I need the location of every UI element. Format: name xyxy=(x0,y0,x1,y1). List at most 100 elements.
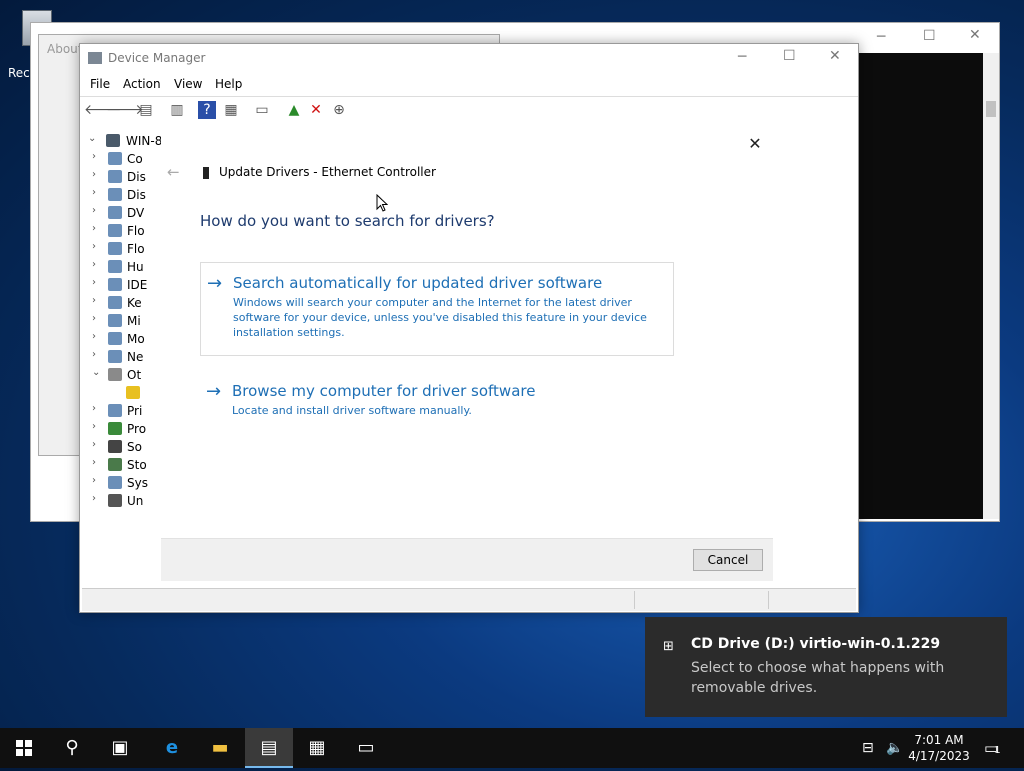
menu-file[interactable]: File xyxy=(90,77,110,91)
expand-icon[interactable]: › xyxy=(92,169,96,180)
scrollbar-thumb[interactable] xyxy=(986,101,996,117)
tree-item[interactable]: › Ne xyxy=(84,348,164,366)
tree-item[interactable]: › Dis xyxy=(84,168,164,186)
tree-item[interactable]: › Sto xyxy=(84,456,164,474)
expand-icon[interactable]: › xyxy=(92,295,96,306)
menu-action[interactable]: Action xyxy=(123,77,161,91)
expand-icon[interactable]: › xyxy=(92,313,96,324)
browse-computer-option[interactable]: → Browse my computer for driver software… xyxy=(200,371,672,431)
close-icon[interactable]: ✕ xyxy=(829,48,841,64)
tree-item[interactable]: › Co xyxy=(84,150,164,168)
scan-hardware-icon[interactable]: ▭ xyxy=(253,101,271,119)
expand-icon[interactable]: › xyxy=(92,349,96,360)
search-icon[interactable]: ⚲ xyxy=(48,728,96,768)
internet-explorer-icon[interactable]: e xyxy=(148,728,196,768)
uninstall-icon[interactable]: ✕ xyxy=(307,101,325,119)
tree-item[interactable]: › So xyxy=(84,438,164,456)
notification-toast[interactable]: ⊞ CD Drive (D:) virtio-win-0.1.229 Selec… xyxy=(645,617,1007,717)
device-icon xyxy=(108,152,122,165)
download-icon[interactable]: ⊕ xyxy=(330,101,348,119)
back-arrow-icon[interactable]: ← xyxy=(167,163,180,181)
dialog-question: How do you want to search for drivers? xyxy=(200,212,495,230)
minimize-icon[interactable]: ─ xyxy=(877,29,885,45)
device-manager-titlebar[interactable]: Device Manager ─ ☐ ✕ xyxy=(80,44,858,74)
tree-item[interactable]: › Dis xyxy=(84,186,164,204)
tree-item[interactable]: › Flo xyxy=(84,240,164,258)
tree-item-other-devices[interactable]: ⌄ Ot xyxy=(84,366,164,384)
collapse-icon[interactable]: ⌄ xyxy=(92,367,100,378)
tree-item[interactable]: › Hu xyxy=(84,258,164,276)
option-title: Search automatically for updated driver … xyxy=(233,274,603,292)
tree-item[interactable]: › Ke xyxy=(84,294,164,312)
tree-item[interactable]: › Sys xyxy=(84,474,164,492)
network-icon[interactable]: ⊟ xyxy=(862,728,874,768)
close-icon[interactable]: ✕ xyxy=(969,27,981,43)
expand-icon[interactable]: › xyxy=(92,421,96,432)
properties-icon[interactable]: ▤ xyxy=(137,101,155,119)
dialog-title: Update Drivers - Ethernet Controller xyxy=(219,165,436,179)
device-icon xyxy=(108,242,122,255)
mouse-cursor-icon xyxy=(376,194,388,212)
list-icon[interactable]: ▦ xyxy=(222,101,240,119)
scrollbar[interactable] xyxy=(983,53,999,519)
arrow-right-icon: → xyxy=(206,381,222,402)
tree-root[interactable]: ⌄ WIN-8 xyxy=(84,132,164,150)
expand-icon[interactable]: › xyxy=(92,439,96,450)
option-description: Locate and install driver software manua… xyxy=(232,404,472,417)
device-manager-taskbar-icon[interactable]: ▤ xyxy=(245,728,293,768)
expand-icon[interactable]: › xyxy=(92,259,96,270)
close-icon[interactable]: ✕ xyxy=(743,132,767,156)
tree-item-ethernet-controller[interactable] xyxy=(84,384,164,402)
tree-item-label: Ne xyxy=(127,350,144,364)
search-automatically-option[interactable]: → Search automatically for updated drive… xyxy=(200,262,674,356)
minimize-icon[interactable]: ─ xyxy=(738,49,746,65)
collapse-icon[interactable]: ⌄ xyxy=(88,133,96,144)
expand-icon[interactable]: › xyxy=(92,331,96,342)
windows-logo-icon xyxy=(16,740,32,756)
tree-item[interactable]: › Un xyxy=(84,492,164,510)
expand-icon[interactable]: › xyxy=(92,457,96,468)
server-manager-taskbar-icon[interactable]: ▦ xyxy=(293,728,341,768)
forward-arrow-icon[interactable]: 🡒 xyxy=(106,101,144,119)
expand-icon[interactable]: › xyxy=(92,151,96,162)
action-center-icon[interactable]: ▭1 xyxy=(984,728,1001,768)
update-drivers-dialog[interactable]: ✕ ← Update Drivers - Ethernet Controller… xyxy=(161,127,773,581)
tree-item[interactable]: › Pri xyxy=(84,402,164,420)
tree-item-label: Co xyxy=(127,152,143,166)
expand-icon[interactable]: › xyxy=(92,205,96,216)
clock-time: 7:01 AM xyxy=(914,733,964,747)
tree-item[interactable]: › Mi xyxy=(84,312,164,330)
tree-item[interactable]: › Flo xyxy=(84,222,164,240)
cancel-button[interactable]: Cancel xyxy=(693,549,763,571)
tree-item-label: So xyxy=(127,440,142,454)
menu-help[interactable]: Help xyxy=(215,77,242,91)
expand-icon[interactable]: › xyxy=(92,223,96,234)
expand-icon[interactable]: › xyxy=(92,403,96,414)
volume-muted-icon[interactable]: 🔈 xyxy=(886,728,903,768)
expand-icon[interactable]: › xyxy=(92,493,96,504)
device-icon xyxy=(108,188,122,201)
command-prompt-taskbar-icon[interactable]: ▭ xyxy=(342,728,390,768)
tree-item[interactable]: › DV xyxy=(84,204,164,222)
device-manager-icon xyxy=(88,52,102,64)
device-icon xyxy=(108,314,122,327)
expand-icon[interactable]: › xyxy=(92,475,96,486)
view-icon[interactable]: ▥ xyxy=(168,101,186,119)
update-driver-icon[interactable]: ▲ xyxy=(285,101,303,119)
task-view-icon[interactable]: ▣ xyxy=(96,728,144,768)
device-icon xyxy=(108,422,122,435)
back-arrow-icon[interactable]: 🡐 xyxy=(84,101,122,119)
maximize-icon[interactable]: ☐ xyxy=(923,28,936,44)
expand-icon[interactable]: › xyxy=(92,241,96,252)
file-explorer-icon[interactable]: ▬ xyxy=(196,728,244,768)
help-icon[interactable]: ? xyxy=(198,101,216,119)
expand-icon[interactable]: › xyxy=(92,277,96,288)
tree-item[interactable]: › IDE xyxy=(84,276,164,294)
expand-icon[interactable]: › xyxy=(92,187,96,198)
menu-view[interactable]: View xyxy=(174,77,202,91)
tree-item[interactable]: › Mo xyxy=(84,330,164,348)
maximize-icon[interactable]: ☐ xyxy=(783,48,796,64)
clock[interactable]: 7:01 AM 4/17/2023 xyxy=(908,732,970,764)
tree-item[interactable]: › Pro xyxy=(84,420,164,438)
start-button[interactable] xyxy=(0,728,48,768)
